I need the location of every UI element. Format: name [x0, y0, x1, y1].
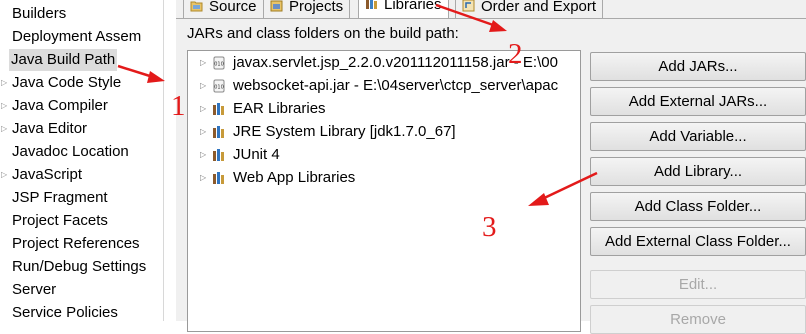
library-icon: [213, 126, 224, 138]
expand-arrow-icon[interactable]: ▷: [200, 75, 206, 97]
add-external-jars-button[interactable]: Add External JARs...: [590, 87, 806, 116]
expand-arrow-icon[interactable]: ▷: [1, 118, 7, 140]
nav-jsp-fragment[interactable]: JSP Fragment: [12, 187, 108, 209]
nav-label: JSP Fragment: [12, 189, 108, 206]
expand-arrow-icon[interactable]: ▷: [200, 121, 206, 143]
tab-label: Source: [209, 0, 257, 15]
nav-label: Project References: [12, 235, 140, 252]
annotation-number-3: 3: [482, 211, 497, 243]
nav-label: JavaScript: [12, 166, 83, 183]
tree-item-label: EAR Libraries: [233, 100, 326, 117]
add-external-class-folder-button[interactable]: Add External Class Folder...: [590, 227, 806, 256]
remove-button[interactable]: Remove: [590, 305, 806, 334]
tab-projects[interactable]: Projects: [263, 0, 351, 18]
tree-item-label: Web App Libraries: [233, 169, 356, 186]
nav-javadoc-location[interactable]: Javadoc Location: [12, 141, 129, 163]
library-icon: [213, 103, 224, 115]
tab-label: Libraries: [384, 0, 442, 13]
properties-category-tree: Builders Deployment Assem Java Build Pat…: [0, 0, 164, 321]
nav-label: Javadoc Location: [12, 143, 129, 160]
jar-icon: 010: [213, 56, 225, 70]
nav-deployment-assembly[interactable]: Deployment Assem: [12, 26, 141, 48]
add-variable-button[interactable]: Add Variable...: [590, 122, 806, 151]
expand-arrow-icon[interactable]: ▷: [200, 98, 206, 120]
build-path-heading: JARs and class folders on the build path…: [187, 25, 459, 42]
nav-label: Server: [12, 281, 57, 298]
tab-label: Projects: [289, 0, 344, 15]
nav-label: Run/Debug Settings: [12, 258, 147, 275]
nav-server[interactable]: Server: [12, 279, 56, 301]
expand-arrow-icon[interactable]: ▷: [1, 72, 7, 94]
expand-arrow-icon[interactable]: ▷: [200, 167, 206, 189]
svg-text:010: 010: [214, 62, 224, 68]
nav-java-code-style[interactable]: ▷ Java Code Style: [1, 72, 122, 94]
nav-label: Java Compiler: [12, 97, 108, 114]
add-class-folder-button[interactable]: Add Class Folder...: [590, 192, 806, 221]
tab-strip: Source Projects Libraries Order and Expo…: [176, 0, 806, 19]
expand-arrow-icon[interactable]: ▷: [200, 52, 206, 74]
add-jars-button[interactable]: Add JARs...: [590, 52, 806, 81]
tab-label: Order and Export: [481, 0, 597, 15]
svg-text:010: 010: [214, 85, 224, 91]
annotation-number-2: 2: [508, 38, 523, 70]
tab-libraries[interactable]: Libraries: [358, 0, 449, 18]
build-path-tree[interactable]: ▷ 010 javax.servlet.jsp_2.2.0.v201112011…: [187, 50, 581, 332]
edit-button[interactable]: Edit...: [590, 270, 806, 299]
library-icon: [213, 172, 224, 184]
nav-javascript[interactable]: ▷ JavaScript: [1, 164, 83, 186]
source-folder-icon: [190, 1, 203, 12]
nav-builders[interactable]: Builders: [12, 3, 66, 25]
annotation-number-1: 1: [171, 90, 186, 122]
add-library-button[interactable]: Add Library...: [590, 157, 806, 186]
expand-arrow-icon[interactable]: ▷: [1, 95, 7, 117]
nav-java-compiler[interactable]: ▷ Java Compiler: [1, 95, 108, 117]
library-icon: [213, 149, 224, 161]
nav-label: Java Build Path: [11, 51, 116, 68]
tab-order-and-export[interactable]: Order and Export: [455, 0, 604, 18]
tab-source[interactable]: Source: [183, 0, 264, 18]
tree-item-label: JRE System Library [jdk1.7.0_67]: [233, 123, 456, 140]
jar-icon: 010: [213, 79, 225, 93]
order-export-icon: [462, 0, 475, 12]
nav-run-debug-settings[interactable]: Run/Debug Settings: [12, 256, 146, 278]
nav-java-build-path[interactable]: Java Build Path: [9, 49, 118, 71]
expand-arrow-icon[interactable]: ▷: [1, 164, 7, 186]
nav-project-facets[interactable]: Project Facets: [12, 210, 108, 232]
nav-label: Java Editor: [12, 120, 88, 137]
nav-label: Java Code Style: [12, 74, 122, 91]
nav-label: Project Facets: [12, 212, 108, 229]
nav-label: Deployment Assem: [12, 28, 142, 45]
nav-project-references[interactable]: Project References: [12, 233, 140, 255]
libraries-icon: [366, 0, 377, 9]
tree-item-label: JUnit 4: [233, 146, 280, 163]
projects-icon: [270, 0, 283, 12]
nav-label: Builders: [12, 5, 67, 22]
java-build-path-panel: Source Projects Libraries Order and Expo…: [176, 0, 806, 334]
nav-service-policies[interactable]: Service Policies: [12, 302, 118, 321]
tree-item-label: websocket-api.jar - E:\04server\ctcp_ser…: [233, 77, 559, 94]
expand-arrow-icon[interactable]: ▷: [200, 144, 206, 166]
nav-java-editor[interactable]: ▷ Java Editor: [1, 118, 88, 140]
nav-label: Service Policies: [12, 304, 118, 321]
